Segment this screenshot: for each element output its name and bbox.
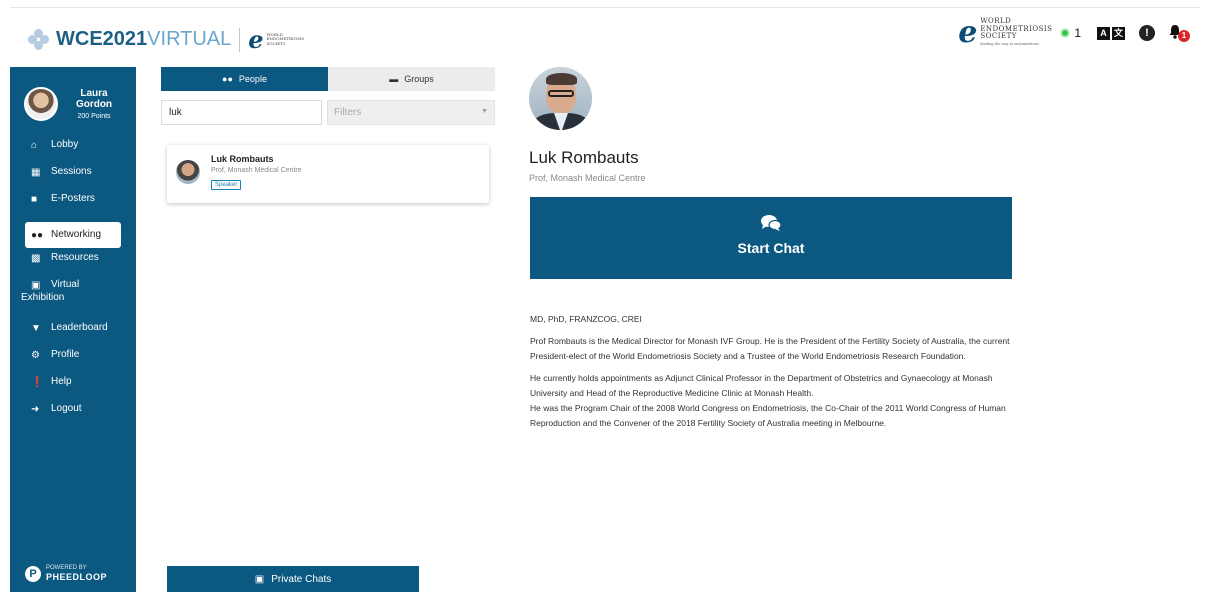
gear-icon: ⚙ <box>31 350 40 361</box>
brand-wce: WCE <box>56 28 103 50</box>
partner-logo[interactable]: e WORLD ENDOMETRIOSIS SOCIETY leading th… <box>958 15 1053 50</box>
online-count: 1 <box>1074 26 1081 40</box>
event-logo[interactable]: WCE 2021 VIRTUAL e WORLD ENDOMETRIOSIS S… <box>28 25 317 54</box>
bio-paragraph: He was the Program Chair of the 2008 Wor… <box>530 403 1006 428</box>
notification-badge: 1 <box>1178 30 1190 42</box>
sidebar-item-sessions[interactable]: ▦ Sessions <box>10 166 136 193</box>
start-chat-label: Start Chat <box>737 240 805 256</box>
user-profile[interactable]: Laura Gordon 200 Points <box>10 67 136 127</box>
calendar-icon: ▦ <box>31 167 41 178</box>
user-first-name: Laura <box>80 87 108 99</box>
brand-small-text: WORLD ENDOMETRIOSIS SOCIETY <box>266 31 305 46</box>
sidebar-item-resources[interactable]: ▩ Resources <box>10 252 136 279</box>
powered-by-text: POWERED BY <box>46 565 87 571</box>
online-indicator[interactable]: 1 <box>1062 26 1081 40</box>
users-icon: ●● <box>31 230 44 241</box>
private-chats-label: Private Chats <box>271 573 332 585</box>
sidebar-item-logout[interactable]: ➜ Logout <box>10 403 136 430</box>
home-icon: ⌂ <box>31 140 38 151</box>
user-last-name: Gordon <box>75 98 113 110</box>
brand-year: 2021 <box>102 28 148 50</box>
tab-label: Groups <box>404 74 434 84</box>
partner-logo-tagline: leading the way in endometriosis <box>980 41 1040 46</box>
filters-placeholder: Filters <box>334 107 362 118</box>
users-icon: ●● <box>222 74 233 84</box>
sidebar: Laura Gordon 200 Points ⌂ Lobby ▦ Sessio… <box>10 67 136 592</box>
sidebar-item-label: Leaderboard <box>51 322 108 333</box>
user-points: 200 Points <box>77 112 111 120</box>
video-icon: ■ <box>31 194 38 205</box>
pheedloop-icon: P <box>25 565 41 582</box>
person-affiliation: Prof, Monash Medical Centre <box>211 167 302 174</box>
help-icon[interactable]: ! <box>1139 25 1155 41</box>
private-chats-button[interactable]: ▣ Private Chats <box>167 566 419 592</box>
sidebar-item-label: Lobby <box>51 139 79 150</box>
chat-icon: ▣ <box>254 573 265 585</box>
filters-select[interactable]: Filters ▼ <box>327 100 495 125</box>
sidebar-item-networking[interactable]: ●● Networking <box>25 222 121 248</box>
powered-by-pheedloop[interactable]: P POWERED BY PHEEDLOOP <box>25 565 107 582</box>
person-avatar <box>176 160 200 184</box>
resources-icon: ▩ <box>31 253 41 264</box>
person-name: Luk Rombauts <box>211 154 274 164</box>
sidebar-item-label: Resources <box>51 252 99 263</box>
tab-groups[interactable]: ▬ Groups <box>328 67 495 91</box>
partner-logo-text: WORLD ENDOMETRIOSIS SOCIETY <box>980 17 1053 40</box>
flower-icon <box>28 28 50 51</box>
search-input[interactable]: luk <box>161 100 322 125</box>
trophy-icon: ▼ <box>31 323 41 334</box>
online-dot-icon <box>1062 30 1069 36</box>
sidebar-item-label: E-Posters <box>51 193 95 204</box>
sidebar-item-label: Logout <box>51 403 82 414</box>
profile-bio: MD, PhD, FRANZCOG, CREI Prof Rombauts is… <box>530 312 1020 438</box>
powered-brand-text: PHEEDLOOP <box>46 572 108 582</box>
tab-label: People <box>238 74 267 84</box>
top-divider <box>10 7 1200 8</box>
translate-icon[interactable]: A文 <box>1097 26 1125 40</box>
notifications-button[interactable]: 1 <box>1168 24 1190 42</box>
chevron-down-icon: ▼ <box>481 108 488 115</box>
exhibition-icon: ▣ <box>31 280 41 291</box>
sidebar-item-lobby[interactable]: ⌂ Lobby <box>10 139 136 166</box>
bio-paragraph: He currently holds appointments as Adjun… <box>530 373 993 398</box>
wes-logo-icon: e <box>958 15 978 50</box>
sidebar-item-help[interactable]: ❗ Help <box>10 376 136 403</box>
start-chat-button[interactable]: Start Chat <box>530 197 1012 279</box>
profile-name: Luk Rombauts <box>529 148 639 167</box>
tab-people[interactable]: ●● People <box>161 67 328 91</box>
logout-icon: ➜ <box>31 404 40 415</box>
person-card[interactable]: Luk Rombauts Prof, Monash Medical Centre… <box>167 145 489 203</box>
info-icon: ❗ <box>31 377 44 388</box>
sidebar-item-label: Help <box>51 376 72 387</box>
sidebar-item-label: Sessions <box>51 166 92 177</box>
sidebar-item-label: Networking <box>51 229 102 240</box>
header-actions: e WORLD ENDOMETRIOSIS SOCIETY leading th… <box>958 15 1190 50</box>
profile-photo <box>529 67 592 130</box>
comments-icon <box>530 214 1012 232</box>
sidebar-nav: ⌂ Lobby ▦ Sessions ■ E-Posters ●● Networ… <box>10 139 136 430</box>
sidebar-item-label: Profile <box>51 349 80 360</box>
brand-virtual: VIRTUAL <box>147 28 232 50</box>
comments-icon: ▬ <box>389 74 399 84</box>
brand-divider <box>239 27 241 52</box>
sidebar-item-label-line2: Exhibition <box>21 292 65 303</box>
sidebar-item-profile[interactable]: ⚙ Profile <box>10 349 136 376</box>
speaker-badge: Speaker <box>211 180 242 190</box>
bio-paragraph: Prof Rombauts is the Medical Director fo… <box>530 336 1010 361</box>
sidebar-item-eposters[interactable]: ■ E-Posters <box>10 193 136 220</box>
bio-credentials: MD, PhD, FRANZCOG, CREI <box>530 314 642 324</box>
avatar <box>24 86 58 121</box>
profile-affiliation: Prof, Monash Medical Centre <box>529 173 646 183</box>
sidebar-item-virtual-exhibition[interactable]: ▣ Virtual Exhibition <box>10 279 136 322</box>
wes-small-logo-icon: e <box>248 25 264 54</box>
sidebar-item-label-line1: Virtual <box>51 279 80 290</box>
networking-tabs: ●● People ▬ Groups <box>161 67 495 91</box>
sidebar-item-leaderboard[interactable]: ▼ Leaderboard <box>10 322 136 349</box>
